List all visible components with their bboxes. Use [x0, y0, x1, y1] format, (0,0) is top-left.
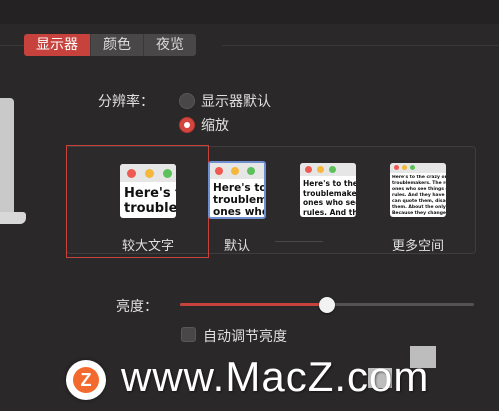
- preview-text-default: Here's to troublemak ones who: [213, 182, 266, 218]
- resolution-label: 分辨率：: [98, 94, 154, 110]
- scale-option-more-space-label: 更多空间: [391, 239, 444, 254]
- watermark-text: www.MacZ.com: [121, 353, 430, 400]
- watermark-logo-icon: Z: [66, 360, 106, 400]
- tab-display[interactable]: 显示器: [24, 34, 91, 56]
- slider-tick-line: [275, 241, 323, 242]
- watermark-logo-letter: Z: [73, 367, 99, 393]
- auto-brightness-checkbox[interactable]: [181, 327, 196, 342]
- tab-divider-left: [0, 45, 24, 46]
- window-top-bar: [0, 0, 499, 24]
- display-preview-image: [0, 98, 14, 218]
- brightness-slider-knob[interactable]: [319, 297, 335, 313]
- display-preview-base: [0, 212, 26, 224]
- brightness-slider-fill: [180, 303, 327, 306]
- scale-option-larger-text-label: 较大文字: [121, 239, 174, 254]
- auto-brightness-label[interactable]: 自动调节亮度: [203, 326, 287, 346]
- scale-option-more-space-mid[interactable]: Here's to the troublemakers ones who see…: [300, 163, 356, 217]
- radio-display-default-label[interactable]: 显示器默认: [201, 91, 271, 111]
- scale-option-default[interactable]: Here's to troublemak ones who: [208, 161, 266, 219]
- radio-display-default[interactable]: [179, 93, 195, 109]
- scale-option-default-label: 默认: [223, 239, 250, 254]
- preview-text-mid: Here's to the troublemakers ones who see…: [303, 179, 356, 217]
- brightness-label: 亮度：: [116, 299, 158, 315]
- radio-scaled-label[interactable]: 缩放: [201, 115, 229, 135]
- scale-option-more-space[interactable]: Here's to the crazy one troublemakers. T…: [390, 163, 446, 217]
- tab-night-shift[interactable]: 夜览: [144, 34, 196, 56]
- tab-color[interactable]: 颜色: [91, 34, 144, 56]
- preview-text-more-space: Here's to the crazy one troublemakers. T…: [392, 175, 446, 216]
- radio-scaled[interactable]: [179, 117, 195, 133]
- tab-bar: 显示器 颜色 夜览: [24, 34, 196, 56]
- tab-divider-right: [222, 45, 499, 46]
